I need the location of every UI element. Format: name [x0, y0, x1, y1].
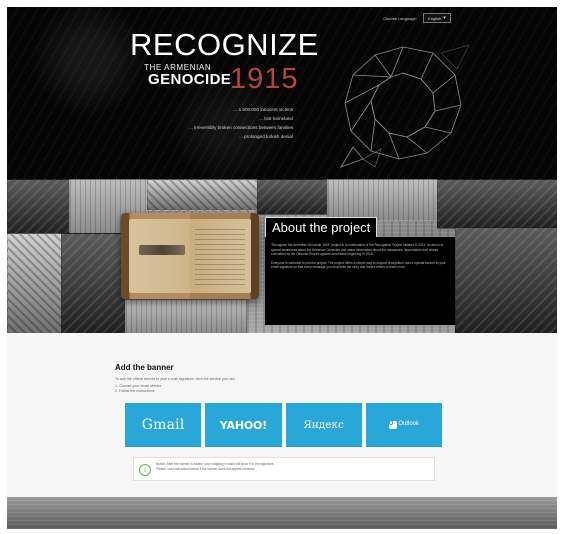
notice-line: Please, use instructions below if the ba…	[156, 466, 255, 471]
yandex-button[interactable]: Яндекс	[285, 403, 362, 447]
collage-photo	[257, 179, 329, 215]
hero-ring-graphic	[323, 35, 483, 175]
yahoo-logo: YAHOO!	[219, 418, 267, 432]
diary-book-pages	[129, 219, 251, 293]
outlook-button[interactable]: O Outlook	[365, 403, 442, 447]
language-switcher: Choose Language: English ▾	[383, 13, 451, 23]
page-frame: Choose Language: English ▾ RECOGNIZE THE…	[7, 7, 557, 529]
language-label: Choose Language:	[383, 15, 417, 21]
notice-box: i Notice: After the banner is added, you…	[133, 457, 435, 481]
outlook-label: Outlook	[398, 421, 420, 427]
yahoo-button[interactable]: YAHOO!	[205, 403, 282, 447]
about-title: About the project	[265, 217, 378, 239]
tagline: ... lost homeland	[259, 116, 293, 121]
diary-book-image	[121, 213, 259, 299]
collage-photo	[125, 299, 247, 335]
banner-step: 2. Follow the instructions	[115, 389, 155, 393]
banner-title: Add the banner	[115, 363, 174, 372]
about-collage-section: About the project “Recognize the Armenia…	[7, 179, 557, 335]
tagline: ... 1.500.000 innocent victims	[233, 107, 294, 112]
collage-photo	[7, 233, 63, 335]
gmail-logo: Gmail	[141, 417, 185, 433]
chevron-down-icon: ▾	[443, 14, 446, 21]
about-paragraph: Everyone is welcome to join the project.…	[271, 260, 446, 270]
collage-photo	[7, 179, 71, 235]
diary-book-text-lines	[195, 229, 245, 285]
collage-photo	[455, 227, 557, 335]
outlook-logo: O Outlook	[388, 421, 420, 429]
notice-text: Notice: After the banner is added, your …	[156, 462, 274, 472]
info-icon: i	[139, 464, 151, 476]
footer-collage	[7, 497, 557, 529]
banner-section: Add the banner To add the official banne…	[7, 333, 557, 497]
yandex-logo: Яндекс	[303, 419, 344, 431]
language-select[interactable]: English ▾	[423, 13, 451, 23]
collage-photo	[437, 179, 557, 229]
wire-ring-icon	[340, 44, 470, 168]
hero-title-genocide: GENOCIDE	[148, 71, 232, 88]
about-paragraph: “Recognize the Armenian Genocide 1915” p…	[271, 243, 444, 257]
hero-section: Choose Language: English ▾ RECOGNIZE THE…	[7, 7, 557, 179]
hero-title-year: 1915	[230, 63, 299, 95]
diary-book-photo	[139, 245, 185, 255]
about-text-box: “Recognize the Armenian Genocide 1915” p…	[265, 237, 455, 325]
collage-photo	[61, 233, 127, 335]
gmail-button[interactable]: Gmail	[125, 403, 202, 447]
hero-taglines: ... 1.500.000 innocent victims ... lost …	[103, 105, 293, 141]
outlook-icon: O	[388, 421, 397, 429]
collage-photo	[327, 179, 439, 221]
email-service-buttons: Gmail YAHOO! Яндекс O Outlook	[125, 403, 442, 447]
banner-steps: 1. Choose your email service 2. Follow t…	[115, 384, 445, 394]
tagline: ... irreversibly broken connections betw…	[189, 125, 293, 130]
language-selected: English	[428, 15, 442, 21]
collage-photo	[147, 179, 259, 211]
tagline: ... prolonged turkish denial	[239, 134, 293, 139]
banner-description: To add the official banner to your e-mai…	[115, 377, 236, 381]
